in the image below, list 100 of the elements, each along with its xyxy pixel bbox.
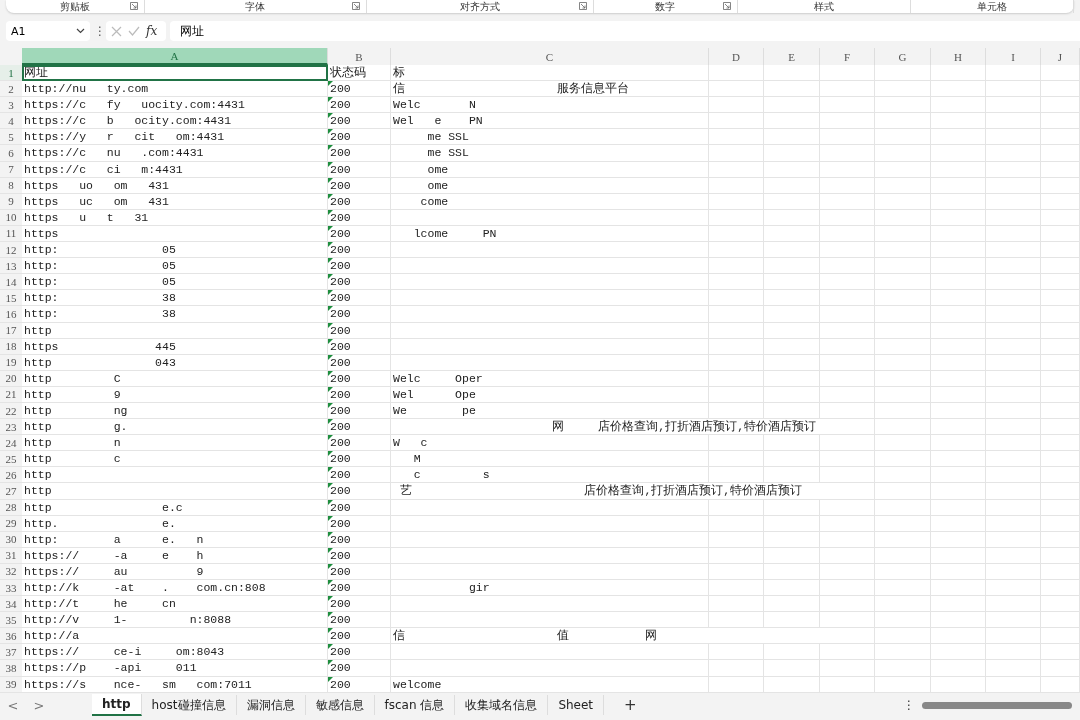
sheet-tab[interactable]: http — [92, 694, 142, 717]
insert-function-button[interactable]: fx — [146, 24, 158, 38]
sheet-tab[interactable]: 敏感信息 — [305, 695, 375, 716]
table-cell — [764, 467, 820, 484]
row-header[interactable]: 35 — [0, 612, 22, 629]
table-cell: M — [391, 451, 709, 468]
sheet-nav-button[interactable]: > — [26, 697, 52, 713]
dialog-launcher-icon[interactable] — [351, 2, 360, 10]
sheet-tab[interactable]: 漏洞信息 — [236, 695, 306, 716]
table-cell — [986, 628, 1041, 645]
more-icon[interactable]: ⋮ — [94, 24, 102, 38]
row-header[interactable]: 34 — [0, 596, 22, 613]
table-cell — [1041, 435, 1080, 452]
column-header[interactable]: B — [328, 48, 391, 65]
check-icon[interactable] — [128, 26, 140, 36]
row-header[interactable]: 26 — [0, 467, 22, 484]
table-cell: 网 店价格查询,打折酒店预订,特价酒店预订 — [391, 419, 875, 436]
row-header[interactable]: 25 — [0, 451, 22, 468]
column-header[interactable]: I — [986, 48, 1041, 65]
name-box[interactable]: A1 — [6, 21, 90, 41]
dialog-launcher-icon[interactable] — [579, 2, 588, 10]
sheet-tab[interactable]: fscan 信息 — [374, 695, 456, 716]
table-cell — [709, 580, 764, 597]
column-header[interactable]: H — [931, 48, 986, 65]
table-cell — [986, 274, 1041, 291]
sheet-nav-button[interactable]: < — [0, 697, 26, 713]
table-cell — [709, 386, 764, 403]
table-cell — [986, 419, 1041, 436]
table-cell — [875, 386, 931, 403]
cancel-icon[interactable] — [111, 25, 122, 37]
column-header[interactable]: E — [764, 48, 820, 65]
ribbon-group-label: 字体 — [245, 1, 266, 12]
table-cell — [875, 419, 931, 436]
sheet-tab[interactable]: host碰撞信息 — [141, 695, 237, 716]
table-cell: Welc N — [391, 97, 709, 114]
table-cell — [986, 145, 1041, 162]
row-header[interactable]: 23 — [0, 419, 22, 436]
table-cell — [764, 209, 820, 226]
table-cell — [820, 290, 875, 307]
table-cell: 200 — [328, 113, 391, 130]
table-cell — [709, 306, 764, 323]
column-header[interactable]: J — [1041, 48, 1080, 65]
row-header[interactable]: 1 — [0, 65, 22, 82]
row-header[interactable]: 16 — [0, 306, 22, 323]
table-cell — [820, 531, 875, 548]
dropdown-icon — [76, 28, 85, 34]
column-header[interactable]: F — [820, 48, 875, 65]
table-cell: https u t 31 — [22, 209, 328, 226]
row-header[interactable]: 13 — [0, 258, 22, 275]
row-header[interactable]: 36 — [0, 628, 22, 645]
table-cell — [986, 113, 1041, 130]
table-cell: 200 — [328, 97, 391, 114]
dialog-launcher-icon[interactable] — [722, 2, 731, 10]
table-cell — [986, 451, 1041, 468]
table-cell — [820, 644, 875, 661]
table-cell — [1041, 145, 1080, 162]
row-header[interactable]: 14 — [0, 274, 22, 291]
table-cell — [931, 451, 986, 468]
row-header[interactable]: 24 — [0, 435, 22, 452]
row-header[interactable]: 4 — [0, 113, 22, 130]
sheet-tab[interactable]: 收集域名信息 — [455, 695, 549, 716]
table-cell — [1041, 515, 1080, 532]
table-cell: W c — [391, 435, 709, 452]
column-header[interactable]: G — [875, 48, 931, 65]
table-cell: 200 — [328, 676, 391, 693]
row-header[interactable]: 37 — [0, 644, 22, 661]
table-cell — [820, 563, 875, 580]
row-header[interactable]: 38 — [0, 660, 22, 677]
table-cell: 200 — [328, 660, 391, 677]
row-header[interactable]: 15 — [0, 290, 22, 307]
sheet-tab[interactable]: Sheet — [548, 695, 605, 716]
column-header[interactable]: C — [391, 48, 709, 65]
row-header[interactable]: 5 — [0, 129, 22, 146]
scrollbar[interactable] — [922, 701, 1072, 709]
table-cell — [1041, 225, 1080, 243]
table-cell — [1041, 258, 1080, 275]
table-cell — [1041, 81, 1080, 98]
row-header[interactable]: 33 — [0, 580, 22, 597]
row-header[interactable]: 3 — [0, 97, 22, 114]
more-icon[interactable]: ⋮ — [902, 698, 916, 713]
table-cell: 信 服务信息平台 — [391, 81, 709, 98]
table-cell: 200 — [328, 354, 391, 371]
table-cell: 200 — [328, 225, 391, 243]
table-cell: 200 — [328, 81, 391, 98]
table-cell — [986, 306, 1041, 323]
ribbon-group-label: 剪贴板 — [59, 1, 90, 12]
dialog-launcher-icon[interactable] — [129, 2, 138, 10]
column-header[interactable]: A — [22, 48, 328, 65]
table-cell — [820, 81, 875, 98]
column-header[interactable]: D — [709, 48, 764, 65]
row-header[interactable]: 6 — [0, 145, 22, 162]
table-cell — [1041, 129, 1080, 146]
table-cell: http c — [22, 451, 328, 468]
table-cell: 状态码 — [328, 65, 391, 82]
row-header[interactable]: 12 — [0, 242, 22, 259]
row-header[interactable]: 27 — [0, 483, 22, 500]
formula-input[interactable]: 网址 — [170, 21, 1080, 41]
row-header[interactable]: 2 — [0, 81, 22, 98]
add-sheet-button[interactable]: + — [624, 696, 637, 715]
table-cell — [820, 242, 875, 259]
